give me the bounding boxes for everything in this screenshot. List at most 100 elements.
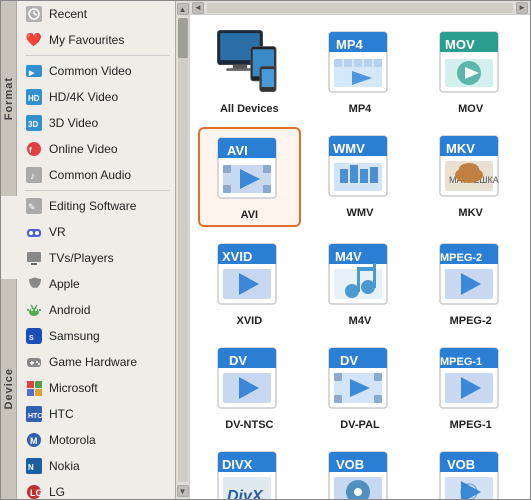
format-content-area: ◄ ►	[190, 1, 530, 499]
vertical-scrollbar[interactable]: ▲ ▼	[176, 1, 190, 499]
scroll-up-button[interactable]: ▲	[177, 3, 189, 15]
format-item-dv-pal[interactable]: DV DV-PAL	[309, 339, 412, 435]
svg-text:M: M	[30, 436, 38, 446]
sidebar-item-microsoft[interactable]: Microsoft	[19, 375, 175, 401]
format-item-label: MKV	[458, 207, 482, 219]
sidebar-item-htc[interactable]: HTC HTC	[19, 401, 175, 427]
xvid-icon: XVID	[213, 239, 285, 311]
format-item-all-devices[interactable]: All Devices	[198, 23, 301, 119]
sidebar-item-vr[interactable]: VR	[19, 219, 175, 245]
sidebar-items-list: Recent ❤️ My Favourites ▶ Common Video	[19, 1, 175, 499]
sidebar-item-samsung[interactable]: S Samsung	[19, 323, 175, 349]
sidebar-item-nokia[interactable]: N Nokia	[19, 453, 175, 479]
scroll-right-button[interactable]: ►	[516, 2, 528, 14]
svg-text:MP4: MP4	[336, 37, 364, 52]
sidebar-item-label: Nokia	[49, 459, 80, 473]
scroll-down-button[interactable]: ▼	[177, 485, 189, 497]
sidebar-item-editing-software[interactable]: ✎ Editing Software	[19, 193, 175, 219]
wmv-icon: WMV	[324, 131, 396, 203]
device-section-label: Device	[1, 279, 17, 499]
editing-icon: ✎	[25, 197, 43, 215]
game-icon	[25, 353, 43, 371]
format-item-mpeg1[interactable]: MPEG-1 MPEG-1	[419, 339, 522, 435]
svg-text:DivX: DivX	[227, 488, 264, 499]
sidebar-item-label: Apple	[49, 277, 80, 291]
sidebar-item-label: My Favourites	[49, 33, 124, 47]
sidebar-item-online-video[interactable]: f Online Video	[19, 136, 175, 162]
sidebar-item-label: Recent	[49, 7, 87, 21]
audio-icon: ♪	[25, 166, 43, 184]
format-item-m4v[interactable]: M4V M4V	[309, 235, 412, 331]
format-item-avi[interactable]: AVI AVI	[198, 127, 301, 227]
format-item-mpeg2[interactable]: MPEG-2 MPEG-2	[419, 235, 522, 331]
format-item-mp4[interactable]: MP4 MP4	[309, 23, 412, 119]
clock-icon	[25, 5, 43, 23]
sidebar-item-3d-video[interactable]: 3D 3D Video	[19, 110, 175, 136]
svg-text:MKV: MKV	[446, 141, 475, 156]
hd-icon: HD	[25, 88, 43, 106]
svg-text:HTC: HTC	[28, 413, 42, 420]
sidebar-item-label: LG	[49, 485, 65, 499]
format-item-label: WMV	[347, 207, 374, 219]
svg-text:AVI: AVI	[227, 143, 248, 158]
sidebar-item-motorola[interactable]: M Motorola	[19, 427, 175, 453]
sidebar-item-label: Common Video	[49, 64, 132, 78]
ms-icon	[25, 379, 43, 397]
sidebar-item-game-hardware[interactable]: Game Hardware	[19, 349, 175, 375]
sidebar-item-common-audio[interactable]: ♪ Common Audio	[19, 162, 175, 188]
format-item-label: M4V	[349, 315, 372, 327]
format-item-xvid[interactable]: XVID XVID	[198, 235, 301, 331]
format-item-mov[interactable]: MOV MOV	[419, 23, 522, 119]
svg-text:▶: ▶	[28, 70, 35, 77]
m4v-icon: M4V	[324, 239, 396, 311]
svg-text:DIVX: DIVX	[222, 457, 253, 472]
heart-icon: ❤️	[25, 31, 43, 49]
sidebar-item-apple[interactable]: Apple	[19, 271, 175, 297]
all-devices-icon	[213, 27, 285, 99]
format-item-vob2[interactable]: VOB VOB	[419, 443, 522, 499]
horizontal-scrollbar[interactable]: ◄ ►	[190, 1, 530, 15]
mov-icon: MOV	[435, 27, 507, 99]
sidebar-item-tvs-players[interactable]: TVs/Players	[19, 245, 175, 271]
format-item-label: MOV	[458, 103, 483, 115]
scroll-left-button[interactable]: ◄	[192, 2, 204, 14]
svg-text:WMV: WMV	[333, 141, 365, 156]
dv-ntsc-icon: DV	[213, 343, 285, 415]
device-label-text: Device	[3, 368, 15, 409]
sidebar-item-hd-video[interactable]: HD HD/4K Video	[19, 84, 175, 110]
svg-text:♪: ♪	[30, 171, 35, 182]
sidebar-item-label: Common Audio	[49, 168, 131, 182]
format-item-divx[interactable]: DIVX DivX DIVX	[198, 443, 301, 499]
scroll-thumb[interactable]	[178, 18, 188, 58]
sidebar-item-lg[interactable]: LG LG	[19, 479, 175, 499]
svg-text:f: f	[29, 146, 32, 155]
svg-text:VOB: VOB	[447, 457, 475, 472]
svg-text:VOB: VOB	[336, 457, 364, 472]
mkv-icon: MKV МАТРЁШКА	[435, 131, 507, 203]
format-item-label: MPEG-2	[450, 315, 492, 327]
sidebar-item-android[interactable]: Android	[19, 297, 175, 323]
vob1-icon: VOB	[324, 447, 396, 499]
svg-text:3D: 3D	[28, 120, 38, 129]
format-section-label: Format	[1, 1, 17, 196]
format-item-label: AVI	[241, 209, 259, 221]
sidebar-item-label: 3D Video	[49, 116, 98, 130]
online-icon: f	[25, 140, 43, 158]
format-item-label: All Devices	[220, 103, 279, 115]
sidebar-item-label: TVs/Players	[49, 251, 114, 265]
avi-icon: AVI	[213, 133, 285, 205]
format-item-mkv[interactable]: MKV МАТРЁШКА MKV	[419, 127, 522, 227]
sidebar-item-favourites[interactable]: ❤️ My Favourites	[19, 27, 175, 53]
format-item-wmv[interactable]: WMV WMV	[309, 127, 412, 227]
sidebar-item-common-video[interactable]: ▶ Common Video	[19, 58, 175, 84]
h-scroll-track	[207, 3, 513, 13]
sidebar-item-recent[interactable]: Recent	[19, 1, 175, 27]
samsung-icon: S	[25, 327, 43, 345]
vob2-icon: VOB	[435, 447, 507, 499]
format-item-dv-ntsc[interactable]: DV DV-NTSC	[198, 339, 301, 435]
format-item-vob1[interactable]: VOB VOB	[309, 443, 412, 499]
mp4-icon: MP4	[324, 27, 396, 99]
divider	[25, 190, 169, 191]
svg-text:LG: LG	[30, 488, 42, 498]
svg-text:MPEG-1: MPEG-1	[440, 356, 482, 368]
